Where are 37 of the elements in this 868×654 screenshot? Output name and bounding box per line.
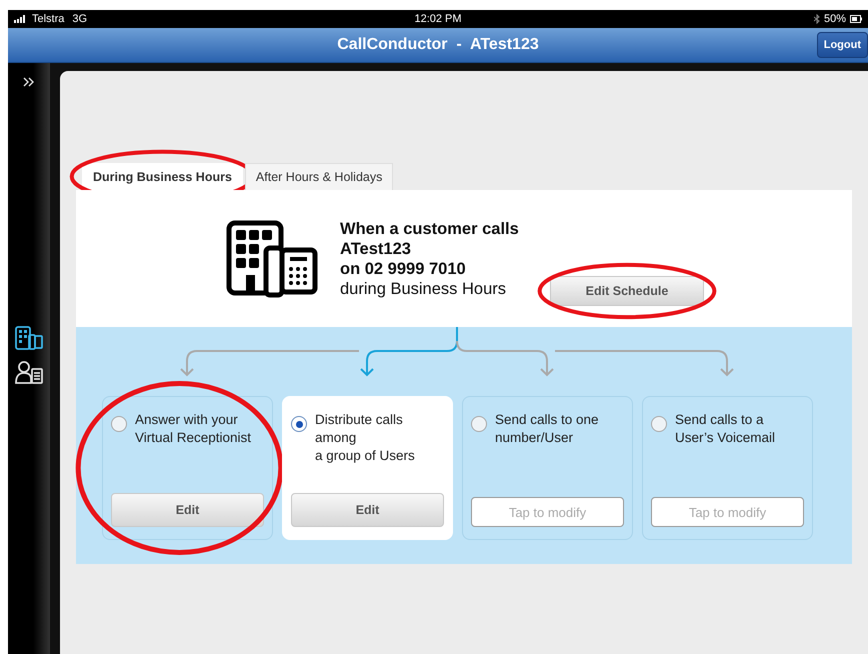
input-field[interactable]: Tap to modify [471,497,624,527]
signal-icon [14,15,28,23]
radio-button[interactable] [111,416,127,432]
heading-line: When a customer calls [340,218,519,238]
input-field[interactable]: Tap to modify [651,497,804,527]
carrier-name: Telstra [32,13,64,25]
tab[interactable]: After Hours & Holidays [244,163,394,190]
network-type: 3G [72,13,88,25]
logout-button[interactable]: Logout [816,32,868,58]
option-card[interactable]: Distribute calls among a group of Users Edit [282,396,453,540]
option-label: Send calls to one number/User [495,411,600,447]
building-phone-icon[interactable] [14,325,44,351]
edit-button[interactable]: Edit [111,493,264,527]
heading-line: ATest123 [340,238,412,258]
clock: 12:02 PM [414,13,462,25]
edit-schedule-button[interactable]: Edit Schedule [550,276,704,306]
option-card[interactable]: Send calls to one number/User Tap to modify [462,396,633,540]
expand-icon[interactable] [23,77,35,87]
building-phone-icon [226,220,318,298]
app-title: CallConductor - ATest123 [337,36,539,54]
connector-line [456,327,458,341]
tab[interactable]: During Business Hours [82,163,243,190]
bluetooth-icon [814,14,820,24]
heading-subline: during Business Hours [340,278,507,298]
person-phone-icon[interactable] [14,359,44,385]
radio-button[interactable] [651,416,667,432]
radio-button[interactable] [291,416,307,432]
heading-line: on 02 9999 7010 [340,258,467,278]
option-label: Distribute calls among a group of Users [315,411,416,465]
option-card[interactable]: Send calls to a User’s Voicemail Tap to modify [642,396,813,540]
edit-button[interactable]: Edit [291,493,444,527]
radio-button[interactable] [471,416,487,432]
battery-percent: 50% [824,13,846,25]
option-card[interactable]: Answer with your Virtual Receptionist Edit [102,396,273,540]
option-label: Answer with your Virtual Receptionist [135,411,252,447]
option-label: Send calls to a User’s Voicemail [675,411,776,447]
battery-icon [850,15,862,23]
